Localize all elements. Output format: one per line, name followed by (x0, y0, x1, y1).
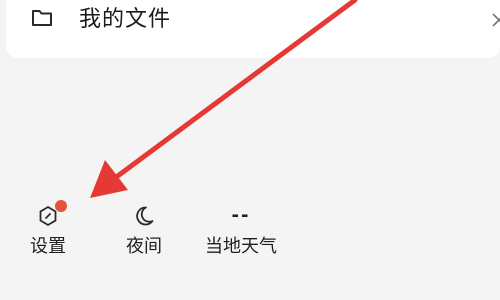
settings-label: 设置 (30, 236, 66, 257)
close-icon[interactable] (492, 10, 500, 30)
weather-label: 当地天气 (205, 236, 277, 257)
my-files-row[interactable]: 我的文件 (6, 0, 500, 42)
quick-action-weather[interactable]: -- 当地天气 (196, 200, 286, 270)
moon-icon (136, 206, 154, 226)
night-label: 夜间 (126, 236, 162, 257)
screen: 我的文件 设置 夜间 -- 当地天气 (0, 0, 500, 300)
my-files-label: 我的文件 (79, 7, 172, 32)
files-card: 我的文件 (6, 0, 500, 58)
quick-action-settings[interactable]: 设置 (20, 200, 76, 270)
notification-badge (55, 200, 67, 212)
folder-icon (32, 10, 52, 26)
weather-value: -- (231, 205, 251, 226)
quick-action-night[interactable]: 夜间 (114, 200, 174, 270)
